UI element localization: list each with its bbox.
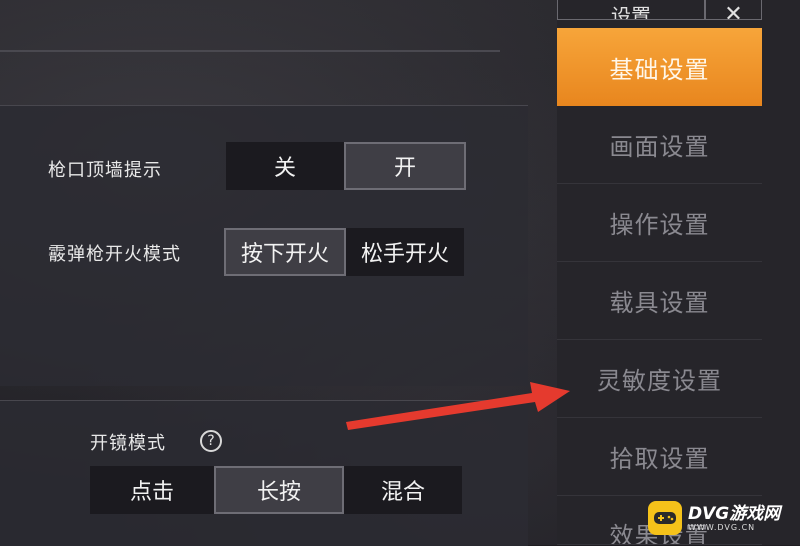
arrow-shape bbox=[346, 382, 570, 430]
watermark-url: WWW.DVG.CN bbox=[688, 522, 756, 532]
annotation-arrow bbox=[346, 382, 570, 430]
watermark-title: DVG游戏网 bbox=[688, 503, 781, 524]
gamepad-icon bbox=[648, 501, 682, 535]
watermark: DVG游戏网 WWW.DVG.CN bbox=[648, 497, 798, 539]
